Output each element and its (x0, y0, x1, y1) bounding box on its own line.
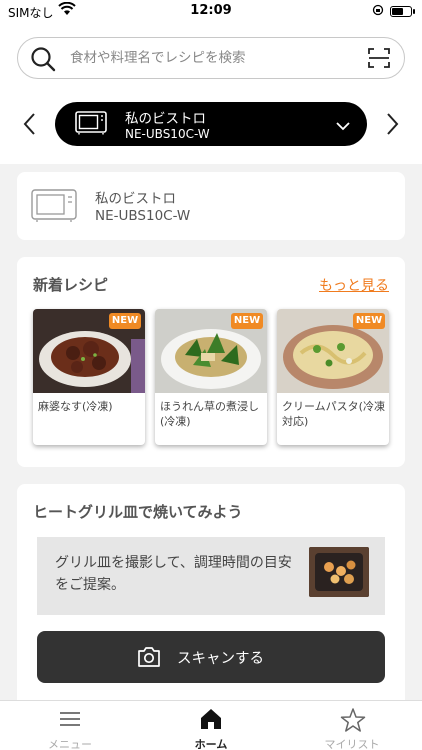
section-title: ヒートグリル皿で焼いてみよう (33, 503, 243, 521)
recipe-name: クリームパスタ(冷凍対応) (282, 400, 385, 428)
tab-label: ホーム (194, 738, 228, 750)
grill-info-box: グリル皿を撮影して、調理時間の目安をご提案。 (37, 537, 385, 615)
battery-icon (390, 6, 415, 17)
next-device-button[interactable] (380, 110, 404, 138)
search-icon (30, 46, 56, 76)
device-name: 私のビストロ (125, 111, 206, 127)
previous-device-button[interactable] (18, 110, 42, 138)
new-badge: NEW (109, 313, 141, 329)
new-badge: NEW (353, 313, 385, 329)
device-card-name: 私のビストロ (95, 191, 176, 207)
grill-section: ヒートグリル皿で焼いてみよう グリル皿を撮影して、調理時間の目安をご提案。 スキ… (17, 484, 405, 724)
status-bar: SIMなし 12:09 (0, 0, 422, 24)
scan-button-label: スキャンする (177, 651, 264, 667)
clock: 12:09 (190, 3, 232, 18)
home-icon (199, 707, 223, 735)
tab-label: メニュー (48, 738, 92, 750)
see-more-link[interactable]: もっと見る (319, 275, 389, 295)
device-card[interactable]: 私のビストロ NE-UBS10C-W (17, 172, 405, 240)
camera-icon (137, 646, 161, 672)
scan-code-icon[interactable] (368, 48, 390, 72)
microwave-icon (31, 189, 77, 227)
chevron-down-icon (335, 117, 351, 136)
section-title: 新着レシピ (33, 276, 109, 294)
recipe-card[interactable]: NEW 麻婆なす(冷凍) (33, 309, 145, 445)
tab-label: マイリスト (324, 738, 380, 750)
scan-button[interactable]: スキャンする (37, 631, 385, 683)
recipe-name: ほうれん草の煮浸し(冷凍) (160, 400, 259, 428)
tab-bar: メニュー ホーム マイリスト (0, 700, 422, 750)
recipe-card[interactable]: NEW ほうれん草の煮浸し(冷凍) (155, 309, 267, 445)
tab-menu[interactable]: メニュー (0, 701, 140, 750)
device-selector[interactable]: 私のビストロ NE-UBS10C-W (55, 102, 367, 146)
device-model: NE-UBS10C-W (125, 127, 210, 141)
search-bar[interactable] (17, 37, 405, 79)
orientation-lock-icon (372, 4, 384, 19)
new-recipes-section: 新着レシピ もっと見る NEW 麻婆なす(冷凍) NEW ほうれん草の煮浸し(冷… (17, 257, 405, 467)
grill-plate-image (309, 547, 369, 597)
star-icon (340, 707, 366, 737)
header: 私のビストロ NE-UBS10C-W (0, 24, 422, 164)
tab-mylist[interactable]: マイリスト (282, 701, 422, 750)
recipe-name: 麻婆なす(冷凍) (38, 400, 113, 413)
tab-home[interactable]: ホーム (141, 701, 281, 750)
menu-icon (58, 707, 82, 735)
new-badge: NEW (231, 313, 263, 329)
device-card-model: NE-UBS10C-W (95, 208, 191, 224)
grill-description: グリル皿を撮影して、調理時間の目安をご提案。 (55, 555, 292, 593)
microwave-icon (75, 111, 107, 139)
recipe-card[interactable]: NEW クリームパスタ(冷凍対応) (277, 309, 389, 445)
search-input[interactable] (70, 38, 340, 78)
